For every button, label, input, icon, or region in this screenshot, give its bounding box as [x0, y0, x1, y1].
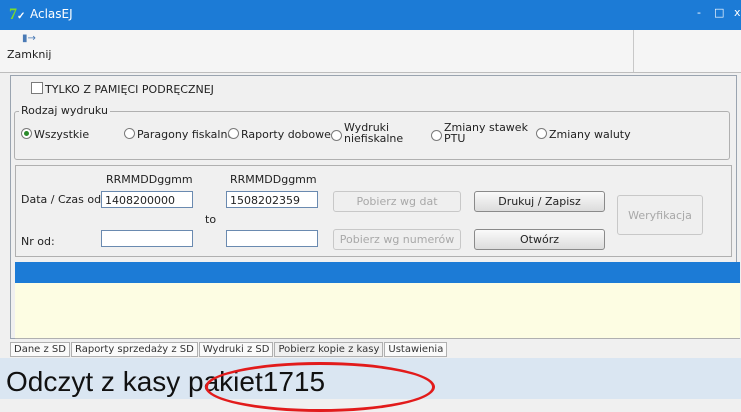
radio-icon[interactable]	[331, 130, 342, 141]
fetch-by-numbers-button[interactable]: Pobierz wg numerów	[333, 229, 461, 250]
radio-icon[interactable]	[124, 128, 135, 139]
window-title: AclasEJ	[30, 7, 73, 21]
radio-icon[interactable]	[228, 128, 239, 139]
cache-only-label: TYLKO Z PAMIĘCI PODRĘCZNEJ	[45, 83, 214, 96]
radio-currency-changes-label: Zmiany waluty	[549, 128, 631, 141]
tab-settings[interactable]: Ustawienia	[384, 342, 448, 357]
fetch-by-dates-button[interactable]: Pobierz wg dat	[333, 191, 461, 212]
radio-nonfiscal-line2: niefiskalne	[344, 132, 404, 145]
checkbox-box[interactable]	[31, 82, 43, 94]
number-from-input[interactable]	[101, 230, 193, 247]
close-tool-button[interactable]: ▮→ Zamknij	[7, 33, 51, 68]
radio-selected-icon[interactable]	[21, 128, 32, 139]
format-hint-to: RRMMDDggmm	[230, 173, 317, 186]
results-list[interactable]	[15, 283, 740, 339]
radio-all[interactable]: Wszystkie	[21, 128, 89, 141]
close-tool-label: Zamknij	[7, 48, 52, 61]
to-label: to	[205, 213, 217, 226]
radio-ptu-line2: PTU	[444, 132, 466, 145]
print-type-title: Rodzaj wydruku	[19, 104, 110, 117]
format-hint-from: RRMMDDggmm	[106, 173, 193, 186]
close-window-button[interactable]: x	[734, 6, 741, 19]
tab-strip: Dane z SD Raporty sprzedaży z SD Wydruki…	[10, 342, 448, 357]
open-button[interactable]: Otwórz	[474, 229, 605, 250]
print-save-button[interactable]: Drukuj / Zapisz	[474, 191, 605, 212]
verify-button[interactable]: Weryfikacja	[617, 195, 703, 235]
date-from-label: Data / Czas od:	[21, 193, 105, 206]
app-logo-icon: 7✓	[9, 6, 26, 23]
list-header	[15, 262, 740, 283]
tab-fetch-copies[interactable]: Pobierz kopie z kasy	[274, 342, 384, 357]
date-from-input[interactable]: 1408200000	[101, 191, 193, 208]
maximize-button[interactable]: □	[714, 6, 724, 19]
radio-icon[interactable]	[431, 130, 442, 141]
radio-fiscal-receipts-label: Paragony fiskalne	[137, 128, 235, 141]
radio-ptu-changes[interactable]: Zmiany stawek PTU	[431, 122, 528, 144]
radio-fiscal-receipts[interactable]: Paragony fiskalne	[124, 128, 234, 141]
radio-all-label: Wszystkie	[34, 128, 90, 141]
highlight-ellipse	[205, 362, 435, 412]
number-to-input[interactable]	[226, 230, 318, 247]
minimize-button[interactable]: -	[697, 6, 701, 19]
title-bar: 7✓ AclasEJ - □ x	[0, 0, 741, 30]
tab-sd-prints[interactable]: Wydruki z SD	[198, 342, 274, 357]
tab-sd-sales-reports[interactable]: Raporty sprzedaży z SD	[70, 342, 198, 357]
cache-only-checkbox[interactable]: TYLKO Z PAMIĘCI PODRĘCZNEJ	[31, 82, 214, 96]
radio-daily-reports[interactable]: Raporty dobowe	[228, 128, 331, 141]
radio-currency-changes[interactable]: Zmiany waluty	[536, 128, 631, 141]
radio-icon[interactable]	[536, 128, 547, 139]
radio-nonfiscal-prints[interactable]: Wydruki niefiskalne	[331, 122, 403, 144]
number-from-label: Nr od:	[21, 235, 55, 248]
date-to-input[interactable]: 1508202359	[226, 191, 318, 208]
exit-door-icon: ▮→	[22, 33, 36, 44]
tab-sd-data[interactable]: Dane z SD	[10, 342, 70, 357]
toolbar-divider	[633, 30, 634, 72]
radio-daily-reports-label: Raporty dobowe	[241, 128, 331, 141]
toolbar: ▮→ Zamknij	[0, 30, 741, 73]
